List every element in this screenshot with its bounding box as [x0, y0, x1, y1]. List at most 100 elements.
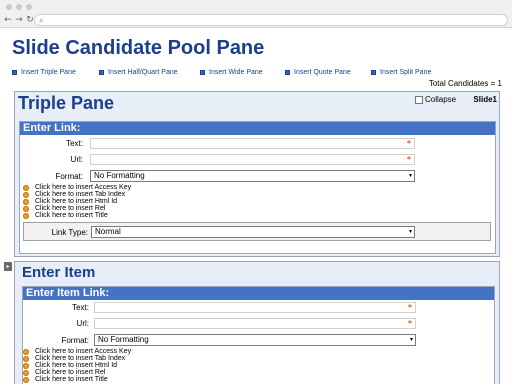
insert-icon [200, 70, 205, 75]
bullet-icon [23, 355, 29, 362]
link-type-row: Link Type: Normal ▾ [24, 226, 415, 238]
window-controls [6, 4, 32, 10]
link-label: Click here to insert Title [35, 376, 108, 383]
link-type-value: Normal [95, 227, 121, 236]
text-label: Text: [66, 139, 83, 148]
enter-item-link-section: Enter Item Link: Text: * Url: * Format: … [22, 286, 495, 384]
insert-tab-index-link[interactable]: Click here to insert Tab Index [23, 355, 125, 362]
insert-tab-index-link[interactable]: Click here to insert Tab Index [23, 191, 125, 198]
action-label: Insert Wide Pane [209, 69, 263, 76]
link-label: Click here to insert Access Key [35, 184, 132, 191]
insert-rel-link[interactable]: Click here to insert Rel [23, 205, 105, 212]
link-label: Click here to insert Tab Index [35, 191, 126, 198]
link-label: Click here to insert Rel [35, 369, 106, 376]
insert-split-pane-button[interactable]: Insert Split Pane [371, 69, 431, 76]
nav-buttons: ← → ↻ [4, 15, 34, 25]
section-header: Enter Link: [20, 122, 495, 135]
chevron-down-icon: ▾ [408, 229, 412, 235]
link-label: Click here to insert Html Id [35, 362, 118, 369]
minimize-window-dot[interactable] [16, 4, 22, 10]
insert-icon [99, 70, 104, 75]
search-icon: ⌕ [39, 16, 44, 25]
insert-html-id-link[interactable]: Click here to insert Html Id [23, 198, 117, 205]
insert-quote-pane-button[interactable]: Insert Quote Pane [285, 69, 351, 76]
chevron-down-icon: ▾ [409, 337, 413, 343]
bullet-icon [23, 205, 29, 212]
link-label: Click here to insert Title [35, 212, 108, 219]
required-marker: * [407, 319, 412, 328]
insert-html-id-link[interactable]: Click here to insert Html Id [23, 362, 117, 369]
url-label: Url: [76, 319, 89, 328]
forward-icon[interactable]: → [15, 15, 23, 25]
link-label: Click here to insert Access Key [35, 348, 132, 355]
section-header: Enter Item Link: [23, 287, 494, 300]
reload-icon[interactable]: ↻ [26, 15, 34, 25]
insert-triple-pane-button[interactable]: Insert Triple Pane [12, 69, 76, 76]
bullet-icon [23, 184, 29, 191]
collapse-label: Collapse [425, 95, 457, 104]
insert-icon [285, 70, 290, 75]
insert-rel-link[interactable]: Click here to insert Rel [23, 369, 105, 376]
insert-icon [371, 70, 376, 75]
required-marker: * [406, 155, 411, 164]
link-label: Click here to insert Rel [35, 205, 106, 212]
bullet-icon [23, 369, 29, 376]
format-label: Format: [55, 171, 83, 181]
insert-title-link[interactable]: Click here to insert Title [23, 376, 108, 383]
page-title: Slide Candidate Pool Pane [12, 37, 265, 59]
text-row: Text: * [23, 302, 416, 313]
bullet-icon [23, 191, 29, 198]
format-value: No Formatting [94, 171, 145, 180]
item-link-text-input[interactable]: * [94, 302, 416, 313]
insert-icon [12, 70, 17, 75]
link-type-box: Link Type: Normal ▾ [23, 222, 491, 241]
format-select[interactable]: No Formatting ▾ [94, 334, 416, 346]
link-type-label: Link Type: [51, 227, 88, 237]
required-marker: * [407, 303, 412, 312]
collapse-checkbox[interactable] [415, 95, 423, 104]
bullet-icon [23, 362, 29, 369]
insert-half-quart-pane-button[interactable]: Insert Half/Quart Pane [99, 69, 178, 76]
action-label: Insert Half/Quart Pane [108, 69, 178, 76]
insert-actions-bar: Insert Triple Pane Insert Half/Quart Pan… [12, 69, 507, 79]
slide-label: Slide1 [473, 95, 497, 104]
total-candidates: Total Candidates = 1 [428, 79, 502, 88]
bullet-icon [23, 376, 29, 383]
enter-link-section: Enter Link: Text: * Url: * Format: No Fo… [19, 121, 496, 254]
action-label: Insert Split Pane [380, 69, 432, 76]
link-label: Click here to insert Html Id [35, 198, 118, 205]
insert-access-key-link[interactable]: Click here to insert Access Key [23, 184, 131, 191]
url-label: Url: [70, 155, 83, 164]
close-window-dot[interactable] [6, 4, 12, 10]
maximize-window-dot[interactable] [26, 4, 32, 10]
format-row: Format: No Formatting ▾ [20, 170, 415, 182]
enter-item-pane: Enter Item Enter Item Link: Text: * Url:… [14, 261, 500, 384]
collapse-toggle[interactable]: Collapse [415, 95, 456, 104]
pane-title: Enter Item [22, 264, 96, 281]
format-label: Format: [61, 335, 89, 345]
bullet-icon [23, 198, 29, 205]
insert-wide-pane-button[interactable]: Insert Wide Pane [200, 69, 263, 76]
link-text-input[interactable]: * [90, 138, 415, 149]
bullet-icon [23, 348, 29, 355]
address-bar[interactable]: ⌕ [34, 14, 508, 26]
insert-title-link[interactable]: Click here to insert Title [23, 212, 108, 219]
required-marker: * [406, 139, 411, 148]
url-row: Url: * [23, 318, 416, 329]
format-select[interactable]: No Formatting ▾ [90, 170, 415, 182]
item-link-url-input[interactable]: * [94, 318, 416, 329]
chevron-down-icon: ▾ [408, 173, 412, 179]
text-label: Text: [72, 303, 89, 312]
action-label: Insert Triple Pane [21, 69, 76, 76]
text-row: Text: * [20, 138, 415, 149]
link-type-select[interactable]: Normal ▾ [91, 226, 415, 238]
back-icon[interactable]: ← [4, 15, 12, 25]
format-value: No Formatting [98, 335, 149, 344]
link-url-input[interactable]: * [90, 154, 415, 165]
url-row: Url: * [20, 154, 415, 165]
insert-access-key-link[interactable]: Click here to insert Access Key [23, 348, 131, 355]
link-label: Click here to insert Tab Index [35, 355, 126, 362]
action-label: Insert Quote Pane [294, 69, 351, 76]
expand-item-toggle[interactable]: ▸ [4, 262, 12, 271]
pane-title: Triple Pane [18, 93, 115, 113]
